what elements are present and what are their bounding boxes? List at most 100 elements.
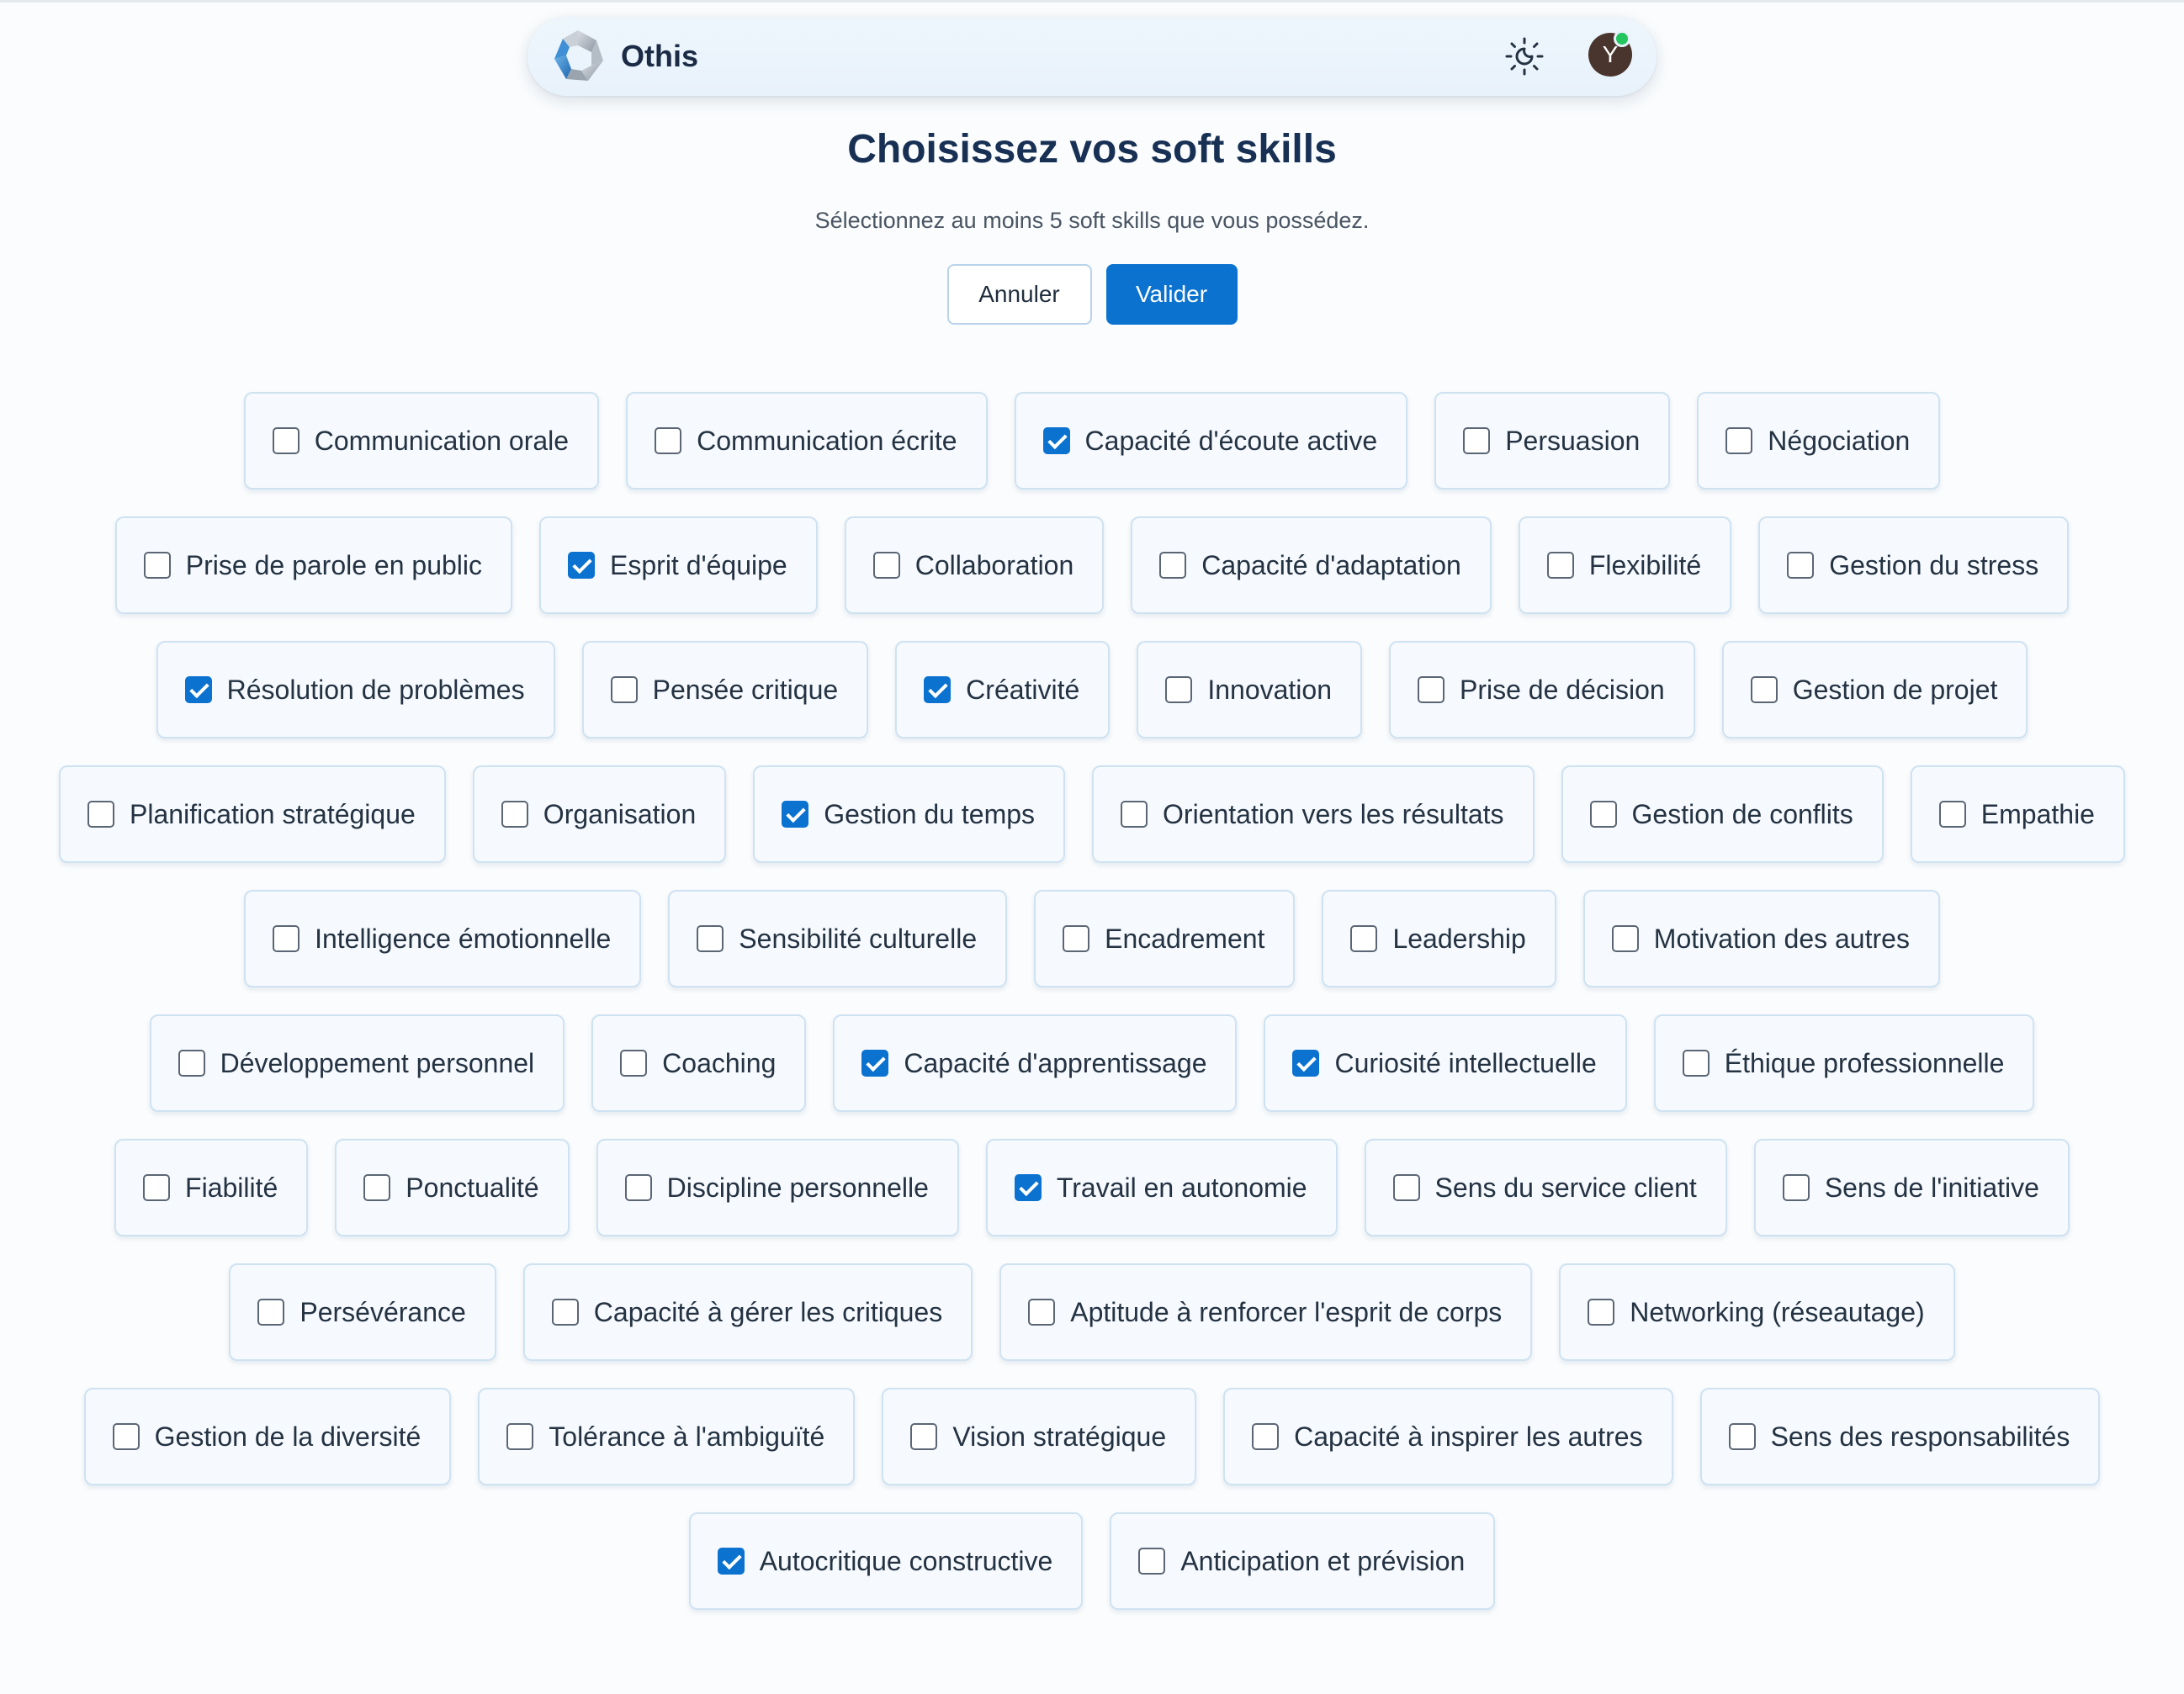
skill-chip[interactable]: Innovation	[1137, 641, 1362, 738]
checkbox-checked-icon[interactable]	[782, 801, 809, 828]
skill-chip[interactable]: Autocritique constructive	[688, 1512, 1084, 1610]
skill-chip[interactable]: Travail en autonomie	[985, 1139, 1338, 1236]
skill-chip[interactable]: Encadrement	[1034, 890, 1296, 987]
skill-chip[interactable]: Capacité d'apprentissage	[833, 1014, 1238, 1112]
skill-chip[interactable]: Résolution de problèmes	[156, 641, 555, 738]
checkbox-checked-icon[interactable]	[1042, 427, 1070, 454]
skill-chip[interactable]: Anticipation et prévision	[1110, 1512, 1496, 1610]
checkbox-empty-icon[interactable]	[257, 1299, 285, 1326]
checkbox-empty-icon[interactable]	[610, 676, 638, 703]
skill-chip[interactable]: Discipline personnelle	[596, 1139, 959, 1236]
checkbox-empty-icon[interactable]	[506, 1423, 534, 1450]
skill-chip[interactable]: Gestion de projet	[1721, 641, 2028, 738]
checkbox-empty-icon[interactable]	[1350, 925, 1378, 952]
skill-chip[interactable]: Capacité d'adaptation	[1131, 516, 1492, 614]
checkbox-checked-icon[interactable]	[861, 1050, 889, 1077]
checkbox-empty-icon[interactable]	[1138, 1548, 1166, 1575]
skill-chip[interactable]: Créativité	[895, 641, 1111, 738]
checkbox-checked-icon[interactable]	[568, 552, 596, 579]
skill-chip[interactable]: Sensibilité culturelle	[668, 890, 1008, 987]
checkbox-empty-icon[interactable]	[143, 1174, 171, 1201]
checkbox-empty-icon[interactable]	[1121, 801, 1148, 828]
checkbox-empty-icon[interactable]	[1589, 801, 1617, 828]
checkbox-empty-icon[interactable]	[697, 925, 724, 952]
skill-chip[interactable]: Leadership	[1322, 890, 1556, 987]
brand-name[interactable]: Othis	[621, 37, 698, 76]
skill-chip[interactable]: Vision stratégique	[882, 1388, 1197, 1485]
skill-chip[interactable]: Communication écrite	[626, 392, 988, 490]
checkbox-empty-icon[interactable]	[551, 1299, 579, 1326]
skill-chip[interactable]: Négociation	[1697, 392, 1941, 490]
skill-chip[interactable]: Planification stratégique	[59, 765, 446, 863]
checkbox-empty-icon[interactable]	[1546, 552, 1574, 579]
skill-chip[interactable]: Capacité à gérer les critiques	[522, 1263, 973, 1361]
skill-chip[interactable]: Organisation	[472, 765, 727, 863]
skill-chip[interactable]: Motivation des autres	[1582, 890, 1940, 987]
skill-chip[interactable]: Ponctualité	[335, 1139, 570, 1236]
skill-chip[interactable]: Collaboration	[844, 516, 1105, 614]
checkbox-checked-icon[interactable]	[184, 676, 212, 703]
theme-toggle-icon[interactable]	[1503, 35, 1545, 77]
skill-chip[interactable]: Persuasion	[1434, 392, 1671, 490]
checkbox-empty-icon[interactable]	[1787, 552, 1815, 579]
skill-chip[interactable]: Coaching	[591, 1014, 807, 1112]
skill-chip[interactable]: Networking (réseautage)	[1559, 1263, 1955, 1361]
skill-chip[interactable]: Tolérance à l'ambiguïté	[478, 1388, 856, 1485]
checkbox-empty-icon[interactable]	[1782, 1174, 1810, 1201]
skill-chip[interactable]: Communication orale	[243, 392, 600, 490]
skill-chip[interactable]: Capacité à inspirer les autres	[1223, 1388, 1673, 1485]
checkbox-empty-icon[interactable]	[1252, 1423, 1280, 1450]
skill-chip[interactable]: Intelligence émotionnelle	[244, 890, 642, 987]
checkbox-checked-icon[interactable]	[924, 676, 952, 703]
skill-chip[interactable]: Sens de l'initiative	[1753, 1139, 2070, 1236]
cancel-button[interactable]: Annuler	[946, 264, 1092, 325]
validate-button[interactable]: Valider	[1105, 264, 1238, 325]
checkbox-empty-icon[interactable]	[1938, 801, 1966, 828]
checkbox-empty-icon[interactable]	[910, 1423, 938, 1450]
checkbox-empty-icon[interactable]	[1725, 427, 1753, 454]
skill-chip[interactable]: Curiosité intellectuelle	[1264, 1014, 1627, 1112]
skill-chip[interactable]: Esprit d'équipe	[539, 516, 818, 614]
checkbox-empty-icon[interactable]	[1165, 676, 1193, 703]
skill-chip[interactable]: Persévérance	[229, 1263, 496, 1361]
checkbox-empty-icon[interactable]	[1028, 1299, 1056, 1326]
skill-chip[interactable]: Développement personnel	[149, 1014, 565, 1112]
checkbox-empty-icon[interactable]	[272, 427, 300, 454]
skill-chip[interactable]: Empathie	[1910, 765, 2125, 863]
checkbox-empty-icon[interactable]	[178, 1050, 205, 1077]
checkbox-empty-icon[interactable]	[1159, 552, 1187, 579]
skill-chip[interactable]: Gestion de conflits	[1561, 765, 1884, 863]
skill-chip[interactable]: Pensée critique	[581, 641, 869, 738]
checkbox-empty-icon[interactable]	[1588, 1299, 1615, 1326]
checkbox-empty-icon[interactable]	[143, 552, 171, 579]
skill-chip[interactable]: Aptitude à renforcer l'esprit de corps	[999, 1263, 1533, 1361]
checkbox-empty-icon[interactable]	[1392, 1174, 1420, 1201]
skill-chip[interactable]: Sens du service client	[1364, 1139, 1727, 1236]
checkbox-empty-icon[interactable]	[273, 925, 300, 952]
checkbox-empty-icon[interactable]	[1418, 676, 1445, 703]
checkbox-empty-icon[interactable]	[1728, 1423, 1756, 1450]
skill-chip[interactable]: Sens des responsabilités	[1699, 1388, 2101, 1485]
checkbox-empty-icon[interactable]	[624, 1174, 652, 1201]
checkbox-checked-icon[interactable]	[717, 1548, 745, 1575]
checkbox-empty-icon[interactable]	[872, 552, 900, 579]
checkbox-checked-icon[interactable]	[1292, 1050, 1320, 1077]
checkbox-checked-icon[interactable]	[1014, 1174, 1042, 1201]
skill-chip[interactable]: Éthique professionnelle	[1653, 1014, 2035, 1112]
skill-chip[interactable]: Prise de décision	[1389, 641, 1695, 738]
skill-chip[interactable]: Fiabilité	[114, 1139, 309, 1236]
checkbox-empty-icon[interactable]	[501, 801, 528, 828]
skill-chip[interactable]: Gestion du temps	[753, 765, 1066, 863]
checkbox-empty-icon[interactable]	[363, 1174, 391, 1201]
checkbox-empty-icon[interactable]	[655, 427, 682, 454]
checkbox-empty-icon[interactable]	[620, 1050, 648, 1077]
othis-logo-icon[interactable]	[544, 24, 612, 91]
checkbox-empty-icon[interactable]	[1063, 925, 1090, 952]
checkbox-empty-icon[interactable]	[1682, 1050, 1710, 1077]
checkbox-empty-icon[interactable]	[1463, 427, 1491, 454]
skill-chip[interactable]: Flexibilité	[1518, 516, 1732, 614]
checkbox-empty-icon[interactable]	[1611, 925, 1639, 952]
checkbox-empty-icon[interactable]	[1750, 676, 1778, 703]
checkbox-empty-icon[interactable]	[87, 801, 115, 828]
skill-chip[interactable]: Gestion de la diversité	[83, 1388, 452, 1485]
